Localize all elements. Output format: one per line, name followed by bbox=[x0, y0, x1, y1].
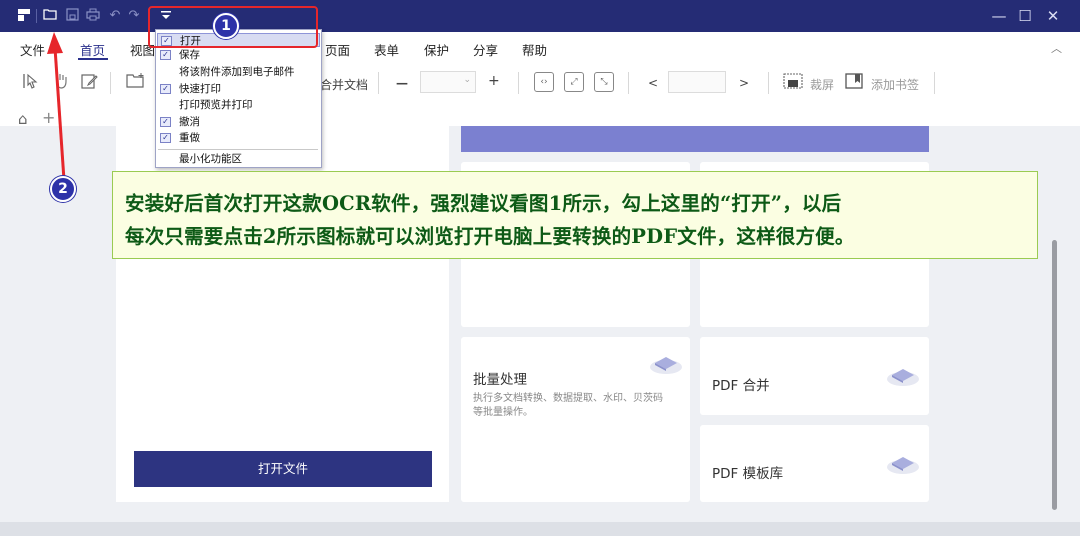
card-description-line: 等批量操作。 bbox=[473, 407, 533, 418]
menu-file[interactable]: 文件 bbox=[20, 40, 45, 59]
actual-size-icon[interactable]: ⤡ bbox=[594, 72, 614, 92]
maximize-button[interactable]: ☐ bbox=[1012, 6, 1038, 26]
toolbar-separator bbox=[768, 72, 769, 94]
new-file-icon[interactable] bbox=[42, 8, 58, 24]
next-page-button[interactable]: > bbox=[739, 76, 749, 90]
card-title: PDF 模板库 bbox=[712, 466, 784, 482]
menu-share[interactable]: 分享 bbox=[473, 40, 498, 59]
screenshot-button[interactable]: 裁屏 bbox=[810, 76, 834, 93]
menu-form[interactable]: 表单 bbox=[374, 40, 399, 59]
menu-protect[interactable]: 保护 bbox=[424, 40, 449, 59]
menu-item-label: 重做 bbox=[179, 132, 200, 144]
open-file-button[interactable]: 打开文件 bbox=[134, 451, 432, 487]
app-logo-icon[interactable] bbox=[16, 8, 32, 24]
banner-line-1: 安装好后首次打开这款OCR软件，强烈建议看图1所示，勾上这里的“打开”，以后 bbox=[125, 192, 842, 215]
page-number-input[interactable] bbox=[668, 71, 726, 93]
step-2-badge: 2 bbox=[50, 176, 76, 202]
collapse-ribbon-icon[interactable]: ︿ bbox=[1051, 40, 1062, 56]
pdf-merge-card[interactable]: PDF 合并 bbox=[700, 337, 929, 415]
pdf-merge-icon bbox=[886, 363, 920, 386]
fit-width-icon[interactable]: ‹› bbox=[534, 72, 554, 92]
menu-item-minimize-ribbon[interactable]: 最小化功能区 bbox=[157, 152, 320, 166]
app-window: ↶ ↷ — ☐ ✕ 文件 首页 视图 页面 表单 保护 分享 帮助 ︿ 合并文档… bbox=[0, 0, 1080, 536]
card-title: PDF 合并 bbox=[712, 378, 770, 394]
menu-item-save[interactable]: ✓ 保存 bbox=[157, 48, 320, 62]
checkbox-checked-icon[interactable]: ✓ bbox=[160, 50, 171, 60]
pdf-template-card[interactable]: PDF 模板库 bbox=[700, 425, 929, 502]
toolbar-separator bbox=[628, 72, 629, 94]
card-description-line: 执行多文档转换、数据提取、水印、贝茨码 bbox=[473, 393, 663, 404]
toolbar-separator bbox=[110, 72, 111, 94]
menu-item-redo[interactable]: ✓ 重做 bbox=[157, 131, 320, 145]
instruction-banner: 安装好后首次打开这款OCR软件，强烈建议看图1所示，勾上这里的“打开”，以后 每… bbox=[112, 171, 1038, 259]
toolbar-separator bbox=[378, 72, 379, 94]
redo-icon[interactable]: ↷ bbox=[126, 8, 142, 24]
chevron-down-icon: ⌄ bbox=[463, 75, 471, 85]
menu-item-print-preview[interactable]: 打印预览并打印 bbox=[157, 98, 320, 112]
checkbox-checked-icon[interactable]: ✓ bbox=[160, 117, 171, 127]
scrollbar-thumb[interactable] bbox=[1052, 240, 1057, 510]
quick-access-menu: ✓ 打开 ✓ 保存 将该附件添加到电子邮件 ✓ 快速打印 打印预览并打印 ✓ 撤… bbox=[155, 29, 322, 168]
toolbar-separator bbox=[518, 72, 519, 94]
close-button[interactable]: ✕ bbox=[1040, 6, 1066, 26]
zoom-select[interactable]: ⌄ bbox=[420, 71, 476, 93]
menu-item-label: 保存 bbox=[179, 49, 200, 61]
menu-item-quick-print[interactable]: ✓ 快速打印 bbox=[157, 82, 320, 96]
prev-page-button[interactable]: < bbox=[648, 76, 658, 90]
zoom-out-button[interactable]: — bbox=[396, 76, 408, 90]
batch-process-icon bbox=[649, 351, 683, 374]
add-bookmark-button[interactable]: 添加书签 bbox=[871, 76, 919, 93]
menu-item-label: 撤消 bbox=[179, 116, 200, 128]
menu-help[interactable]: 帮助 bbox=[522, 40, 547, 59]
step-1-badge: 1 bbox=[213, 13, 239, 39]
screenshot-icon[interactable] bbox=[782, 72, 804, 94]
card-description: 执行多文档转换、数据提取、水印、贝茨码 等批量操作。 bbox=[473, 392, 663, 420]
menu-item-label: 打印预览并打印 bbox=[179, 99, 253, 111]
select-tool-icon[interactable] bbox=[20, 72, 42, 94]
minimize-button[interactable]: — bbox=[986, 6, 1012, 26]
save-icon[interactable] bbox=[64, 8, 80, 24]
menu-page[interactable]: 页面 bbox=[325, 40, 350, 59]
banner-line-2: 每次只需要点击2所示图标就可以浏览打开电脑上要转换的PDF文件，这样很方便。 bbox=[125, 225, 855, 248]
card-title: 批量处理 bbox=[473, 372, 527, 388]
zoom-in-button[interactable]: + bbox=[488, 73, 500, 89]
menu-item-label: 快速打印 bbox=[179, 83, 221, 95]
feature-header-bar bbox=[461, 126, 929, 152]
menu-item-attach-email[interactable]: 将该附件添加到电子邮件 bbox=[157, 65, 320, 79]
edit-tool-icon[interactable] bbox=[78, 72, 100, 94]
red-arrow-icon bbox=[47, 32, 66, 181]
menu-separator bbox=[158, 149, 318, 150]
batch-process-card[interactable]: 批量处理 执行多文档转换、数据提取、水印、贝茨码 等批量操作。 bbox=[461, 337, 690, 502]
fit-page-icon[interactable]: ⤢ bbox=[564, 72, 584, 92]
merge-documents-button[interactable]: 合并文档 bbox=[320, 76, 368, 93]
undo-icon[interactable]: ↶ bbox=[107, 8, 123, 24]
toolbar-separator bbox=[934, 72, 935, 94]
bookmark-icon[interactable] bbox=[843, 72, 865, 94]
active-tab-indicator bbox=[78, 58, 108, 60]
qa-separator bbox=[36, 9, 37, 23]
checkbox-checked-icon[interactable]: ✓ bbox=[160, 84, 171, 94]
checkbox-checked-icon[interactable]: ✓ bbox=[160, 133, 171, 143]
window-bottom-border bbox=[0, 522, 1080, 536]
print-icon[interactable] bbox=[85, 8, 101, 24]
menu-item-label: 最小化功能区 bbox=[179, 153, 242, 165]
menu-home[interactable]: 首页 bbox=[80, 40, 105, 59]
menu-item-undo[interactable]: ✓ 撤消 bbox=[157, 115, 320, 129]
pdf-template-icon bbox=[886, 451, 920, 474]
menu-item-label: 将该附件添加到电子邮件 bbox=[179, 66, 295, 78]
open-folder-icon[interactable] bbox=[125, 72, 147, 94]
